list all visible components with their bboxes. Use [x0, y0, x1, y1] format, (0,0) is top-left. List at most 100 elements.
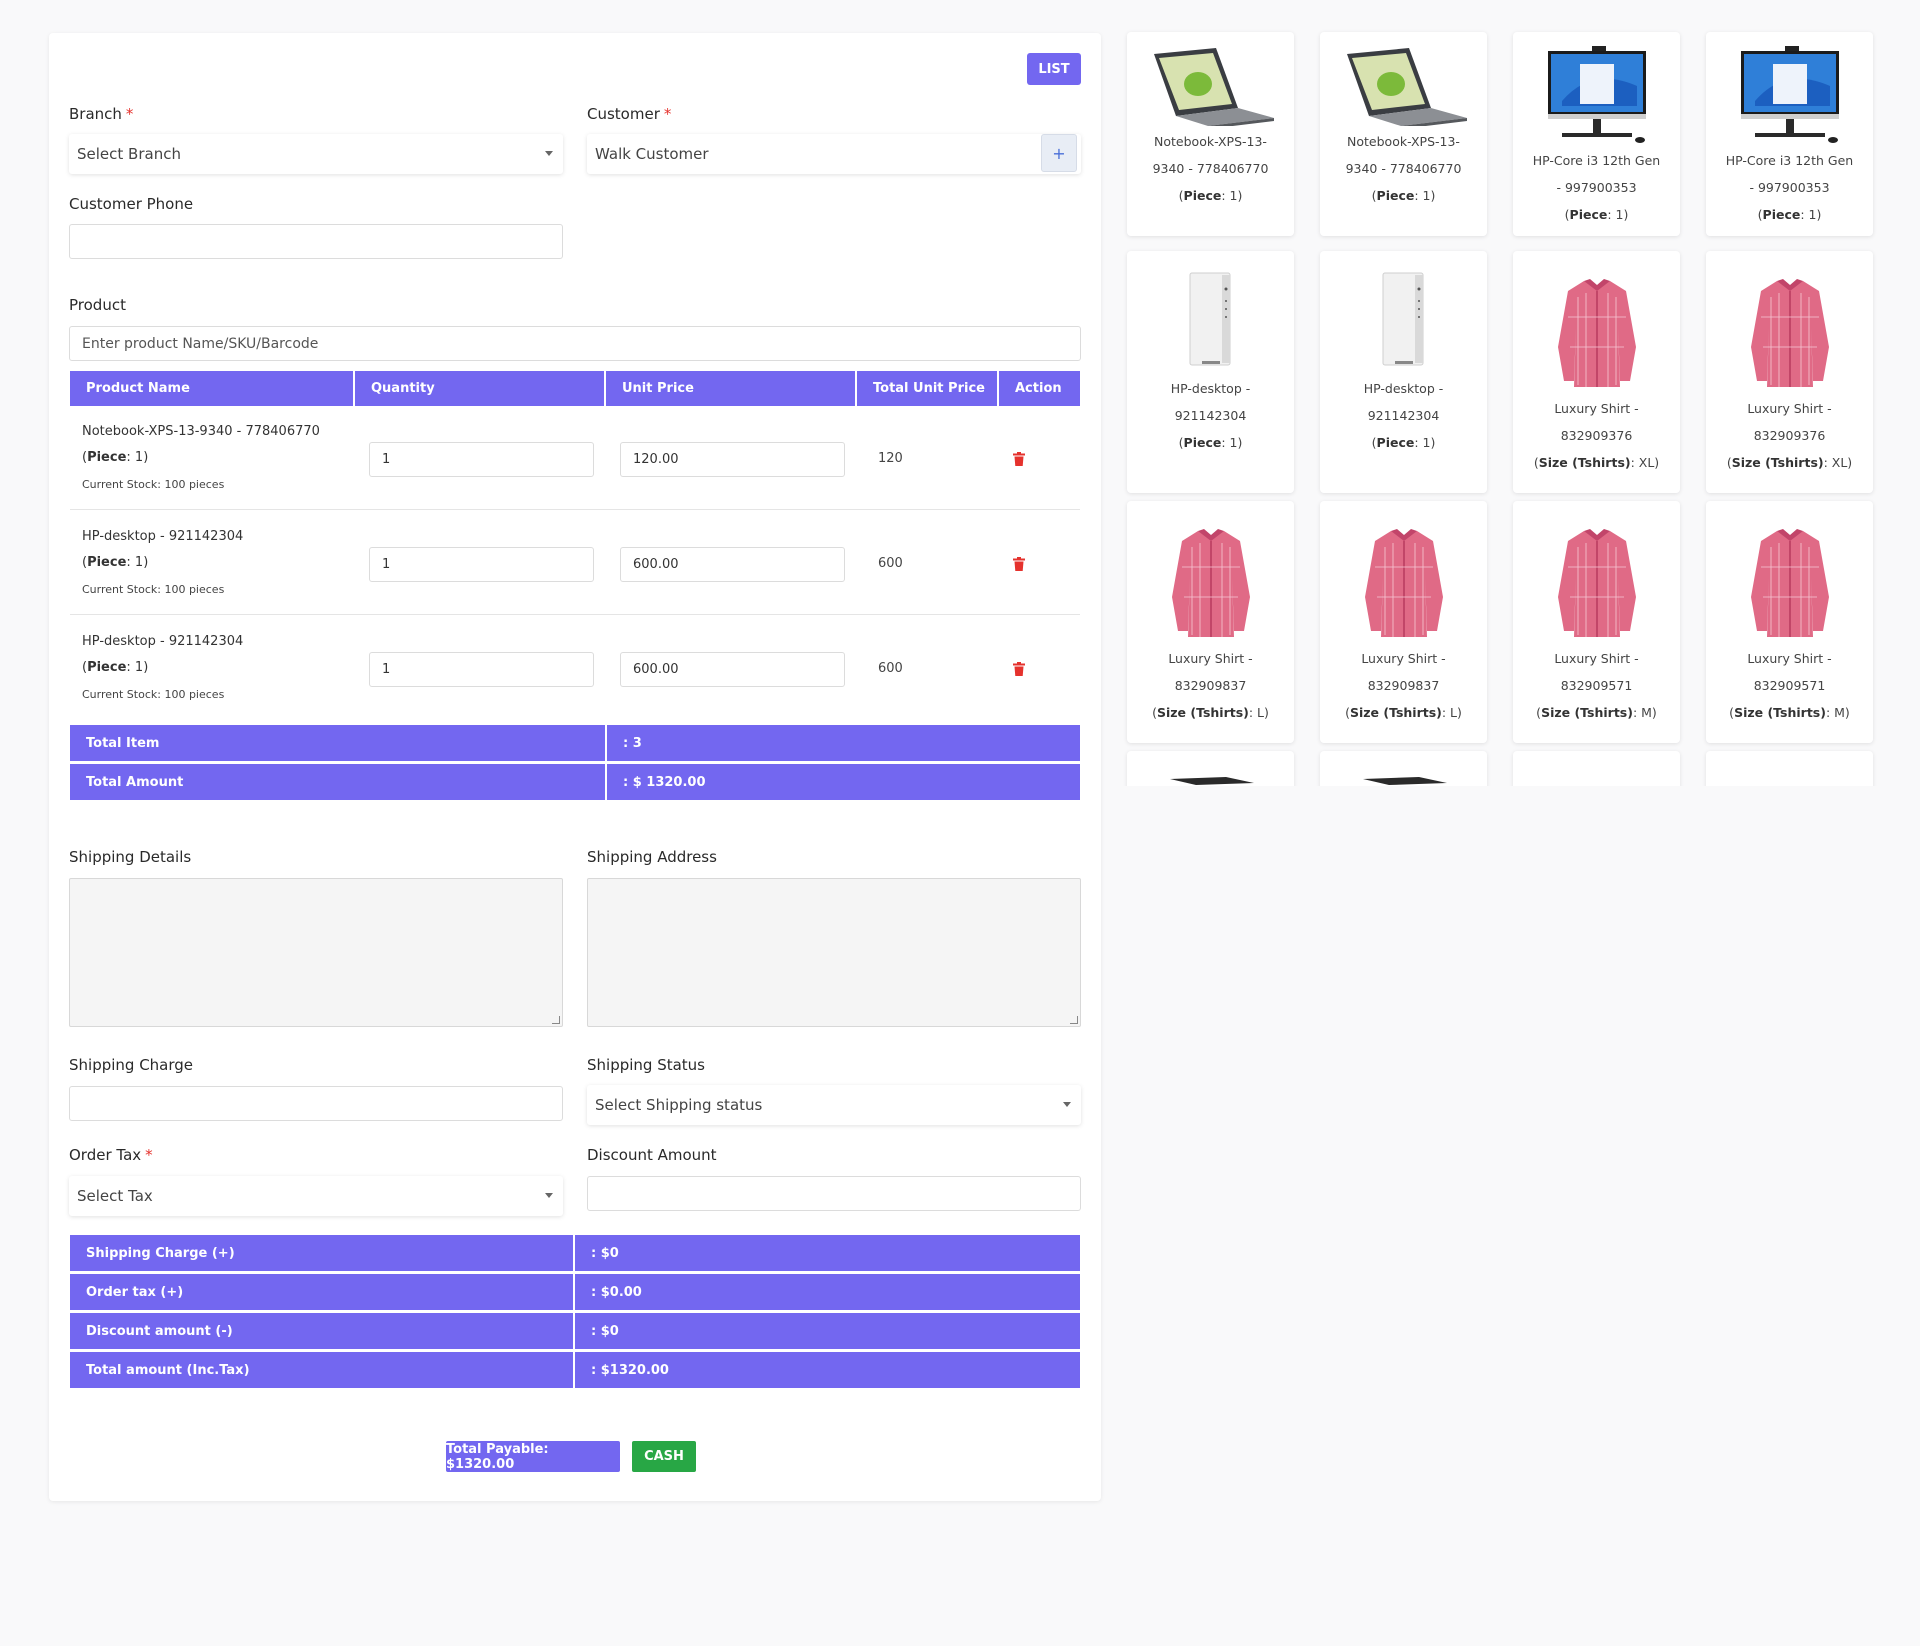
product-card[interactable]: Luxury Shirt - 832909376 (Size (Tshirts)… [1513, 251, 1680, 493]
th-unit-price: Unit Price [606, 371, 857, 406]
th-total-unit-price: Total Unit Price [857, 371, 999, 406]
product-variant: (Size (Tshirts): XL) [1726, 455, 1853, 470]
discount-amount-input[interactable] [587, 1176, 1081, 1211]
product-card[interactable] [1706, 751, 1873, 786]
total-amount-value: : $ 1320.00 [607, 764, 1080, 800]
product-card[interactable]: Notebook-XPS-13- 9340 - 778406770 (Piece… [1127, 32, 1294, 236]
summary-label: Discount amount (-) [70, 1313, 575, 1349]
row-unit: (Piece: 1) [82, 450, 149, 465]
product-card[interactable] [1513, 751, 1680, 786]
product-title: HP-desktop - [1170, 381, 1251, 396]
total-item-row: Total Item : 3 [70, 725, 1080, 761]
shirt-image [1706, 527, 1873, 641]
shirt-image [1513, 527, 1680, 641]
quantity-input[interactable]: 1 [369, 652, 594, 687]
product-card[interactable]: Luxury Shirt - 832909837 (Size (Tshirts)… [1127, 501, 1294, 743]
product-code: 9340 - 778406770 [1345, 161, 1462, 176]
unit-price-input[interactable]: 600.00 [620, 547, 845, 582]
summary-label: Shipping Charge (+) [70, 1235, 575, 1271]
product-variant: (Piece: 1) [1757, 207, 1822, 222]
shipping-status-select[interactable]: Select Shipping status [587, 1085, 1081, 1125]
product-variant: (Size (Tshirts): M) [1536, 705, 1657, 720]
shipping-address-label: Shipping Address [587, 848, 717, 866]
total-amount-label: Total Amount [70, 764, 607, 800]
table-row: HP-desktop - 921142304 (Piece: 1) Curren… [70, 616, 1080, 720]
product-title: Luxury Shirt - [1168, 651, 1253, 666]
chevron-down-icon [545, 1193, 553, 1198]
product-variant: (Size (Tshirts): L) [1152, 705, 1269, 720]
row-unit: (Piece: 1) [82, 555, 149, 570]
product-card[interactable]: Notebook-XPS-13- 9340 - 778406770 (Piece… [1320, 32, 1487, 236]
laptop-image [1320, 46, 1487, 126]
product-code: 9340 - 778406770 [1152, 161, 1269, 176]
product-code: 832909376 [1560, 428, 1633, 443]
product-variant: (Size (Tshirts): L) [1345, 705, 1462, 720]
laptop-image [1320, 777, 1487, 786]
product-title: Luxury Shirt - [1747, 651, 1832, 666]
product-card[interactable] [1320, 751, 1487, 786]
product-card[interactable] [1127, 751, 1294, 786]
product-code: 921142304 [1367, 408, 1440, 423]
quantity-input[interactable]: 1 [369, 547, 594, 582]
shipping-charge-input[interactable] [69, 1086, 563, 1121]
shipping-details-textarea[interactable] [69, 878, 563, 1027]
chevron-down-icon [1063, 1102, 1071, 1107]
summary-value: : $0 [575, 1313, 1080, 1349]
trash-icon[interactable] [1013, 557, 1025, 571]
customer-select[interactable]: Walk Customer [587, 134, 1081, 174]
product-card[interactable]: Luxury Shirt - 832909376 (Size (Tshirts)… [1706, 251, 1873, 493]
unit-price-input[interactable]: 120.00 [620, 442, 845, 477]
shirt-image [1127, 527, 1294, 641]
customer-phone-input[interactable] [69, 224, 563, 259]
shipping-address-textarea[interactable] [587, 878, 1081, 1027]
product-title: Notebook-XPS-13- [1347, 134, 1460, 149]
product-title: Luxury Shirt - [1554, 651, 1639, 666]
row-total: 120 [878, 451, 903, 466]
th-product-name: Product Name [70, 371, 355, 406]
trash-icon[interactable] [1013, 452, 1025, 466]
summary-value: : $1320.00 [575, 1352, 1080, 1388]
list-button[interactable]: LIST [1027, 53, 1081, 85]
total-amount-row: Total Amount : $ 1320.00 [70, 764, 1080, 800]
shipping-details-label: Shipping Details [69, 848, 192, 866]
product-card[interactable]: HP-desktop - 921142304 (Piece: 1) [1320, 251, 1487, 493]
summary-row: Total amount (Inc.Tax) : $1320.00 [70, 1352, 1080, 1388]
laptop-image [1127, 46, 1294, 126]
shirt-image [1706, 277, 1873, 391]
product-variant: (Piece: 1) [1371, 188, 1436, 203]
product-code: 832909837 [1174, 678, 1247, 693]
resize-handle-icon[interactable] [552, 1016, 560, 1024]
product-variant: (Size (Tshirts): XL) [1533, 455, 1660, 470]
shirt-image [1513, 277, 1680, 391]
product-variant: (Piece: 1) [1564, 207, 1629, 222]
order-tax-select[interactable]: Select Tax [69, 1176, 563, 1216]
product-title: Luxury Shirt - [1554, 401, 1639, 416]
trash-icon[interactable] [1013, 662, 1025, 676]
product-card[interactable]: HP-desktop - 921142304 (Piece: 1) [1127, 251, 1294, 493]
product-search-input[interactable]: Enter product Name/SKU/Barcode [69, 326, 1081, 361]
product-card[interactable]: Luxury Shirt - 832909571 (Size (Tshirts)… [1706, 501, 1873, 743]
product-code: 921142304 [1174, 408, 1247, 423]
product-title: Notebook-XPS-13- [1154, 134, 1267, 149]
th-action: Action [999, 371, 1080, 406]
resize-handle-icon[interactable] [1070, 1016, 1078, 1024]
row-stock: Current Stock: 100 pieces [82, 478, 225, 491]
product-card[interactable]: Luxury Shirt - 832909571 (Size (Tshirts)… [1513, 501, 1680, 743]
th-quantity: Quantity [355, 371, 606, 406]
product-card[interactable]: Luxury Shirt - 832909837 (Size (Tshirts)… [1320, 501, 1487, 743]
total-payable-button[interactable]: Total Payable: $1320.00 [446, 1441, 620, 1472]
branch-label: Branch * [69, 105, 134, 123]
summary-row: Order tax (+) : $0.00 [70, 1274, 1080, 1310]
pos-form-card: LIST Branch * Select Branch Customer * Wal… [49, 33, 1101, 1501]
add-customer-button[interactable]: + [1041, 134, 1077, 172]
product-code: 832909837 [1367, 678, 1440, 693]
product-label: Product [69, 296, 126, 314]
branch-select[interactable]: Select Branch [69, 134, 563, 174]
product-card[interactable]: HP-Core i3 12th Gen - 997900353 (Piece: … [1513, 32, 1680, 236]
row-stock: Current Stock: 100 pieces [82, 583, 225, 596]
unit-price-input[interactable]: 600.00 [620, 652, 845, 687]
cash-button[interactable]: CASH [632, 1441, 696, 1472]
product-card[interactable]: HP-Core i3 12th Gen - 997900353 (Piece: … [1706, 32, 1873, 236]
quantity-input[interactable]: 1 [369, 442, 594, 477]
summary-label: Order tax (+) [70, 1274, 575, 1310]
